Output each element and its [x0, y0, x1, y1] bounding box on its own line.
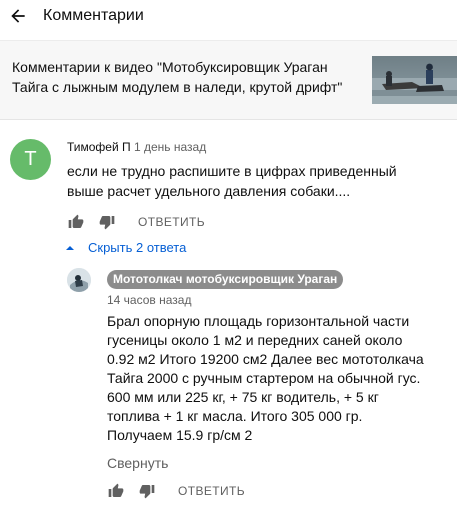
chevron-up-icon — [65, 243, 75, 253]
comment-text: если не трудно распишите в цифрах привед… — [67, 163, 397, 199]
reply-like-button[interactable] — [107, 482, 125, 500]
avatar[interactable]: T — [10, 139, 51, 180]
thumbs-down-icon — [99, 216, 115, 230]
reply-text: Брал опорную площадь горизонтальной част… — [107, 313, 424, 443]
comment-header: Тимофей П 1 день назад — [67, 139, 206, 155]
app-header: Комментарии — [0, 0, 457, 32]
page-title: Комментарии — [43, 7, 144, 24]
hide-replies-label: Скрыть 2 ответа — [88, 240, 187, 255]
comment-author[interactable]: Тимофей П — [67, 140, 131, 154]
collapse-link[interactable]: Свернуть — [107, 455, 168, 471]
comment-time: 1 день назад — [133, 140, 207, 154]
dislike-button[interactable] — [98, 213, 116, 231]
avatar-letter: T — [24, 148, 37, 170]
reply-actions: ОТВЕТИТЬ — [107, 481, 245, 501]
video-title: Комментарии к видео "Мотобуксировщик Ура… — [12, 59, 343, 95]
back-button[interactable] — [6, 4, 30, 28]
reply-button[interactable]: ОТВЕТИТЬ — [138, 215, 205, 229]
thumbs-up-icon — [108, 483, 124, 497]
reply-avatar[interactable] — [67, 268, 91, 292]
thumbnail-image — [372, 56, 457, 104]
like-button[interactable] — [67, 213, 85, 231]
arrow-left-icon — [11, 9, 25, 23]
reply-author-badge[interactable]: Мототолкач мотобуксировщик Ураган — [107, 270, 344, 289]
video-info-card[interactable]: Комментарии к видео "Мотобуксировщик Ура… — [0, 40, 457, 120]
avatar-image — [67, 268, 91, 292]
hide-replies-toggle[interactable]: Скрыть 2 ответа — [65, 240, 186, 256]
reply-time: 14 часов назад — [107, 293, 192, 307]
comment-actions: ОТВЕТИТЬ — [67, 212, 205, 232]
thumbs-down-icon — [139, 485, 155, 499]
thumbs-up-icon — [68, 214, 84, 228]
video-thumbnail[interactable] — [372, 56, 457, 104]
reply-dislike-button[interactable] — [138, 482, 156, 500]
reply-reply-button[interactable]: ОТВЕТИТЬ — [178, 484, 245, 498]
